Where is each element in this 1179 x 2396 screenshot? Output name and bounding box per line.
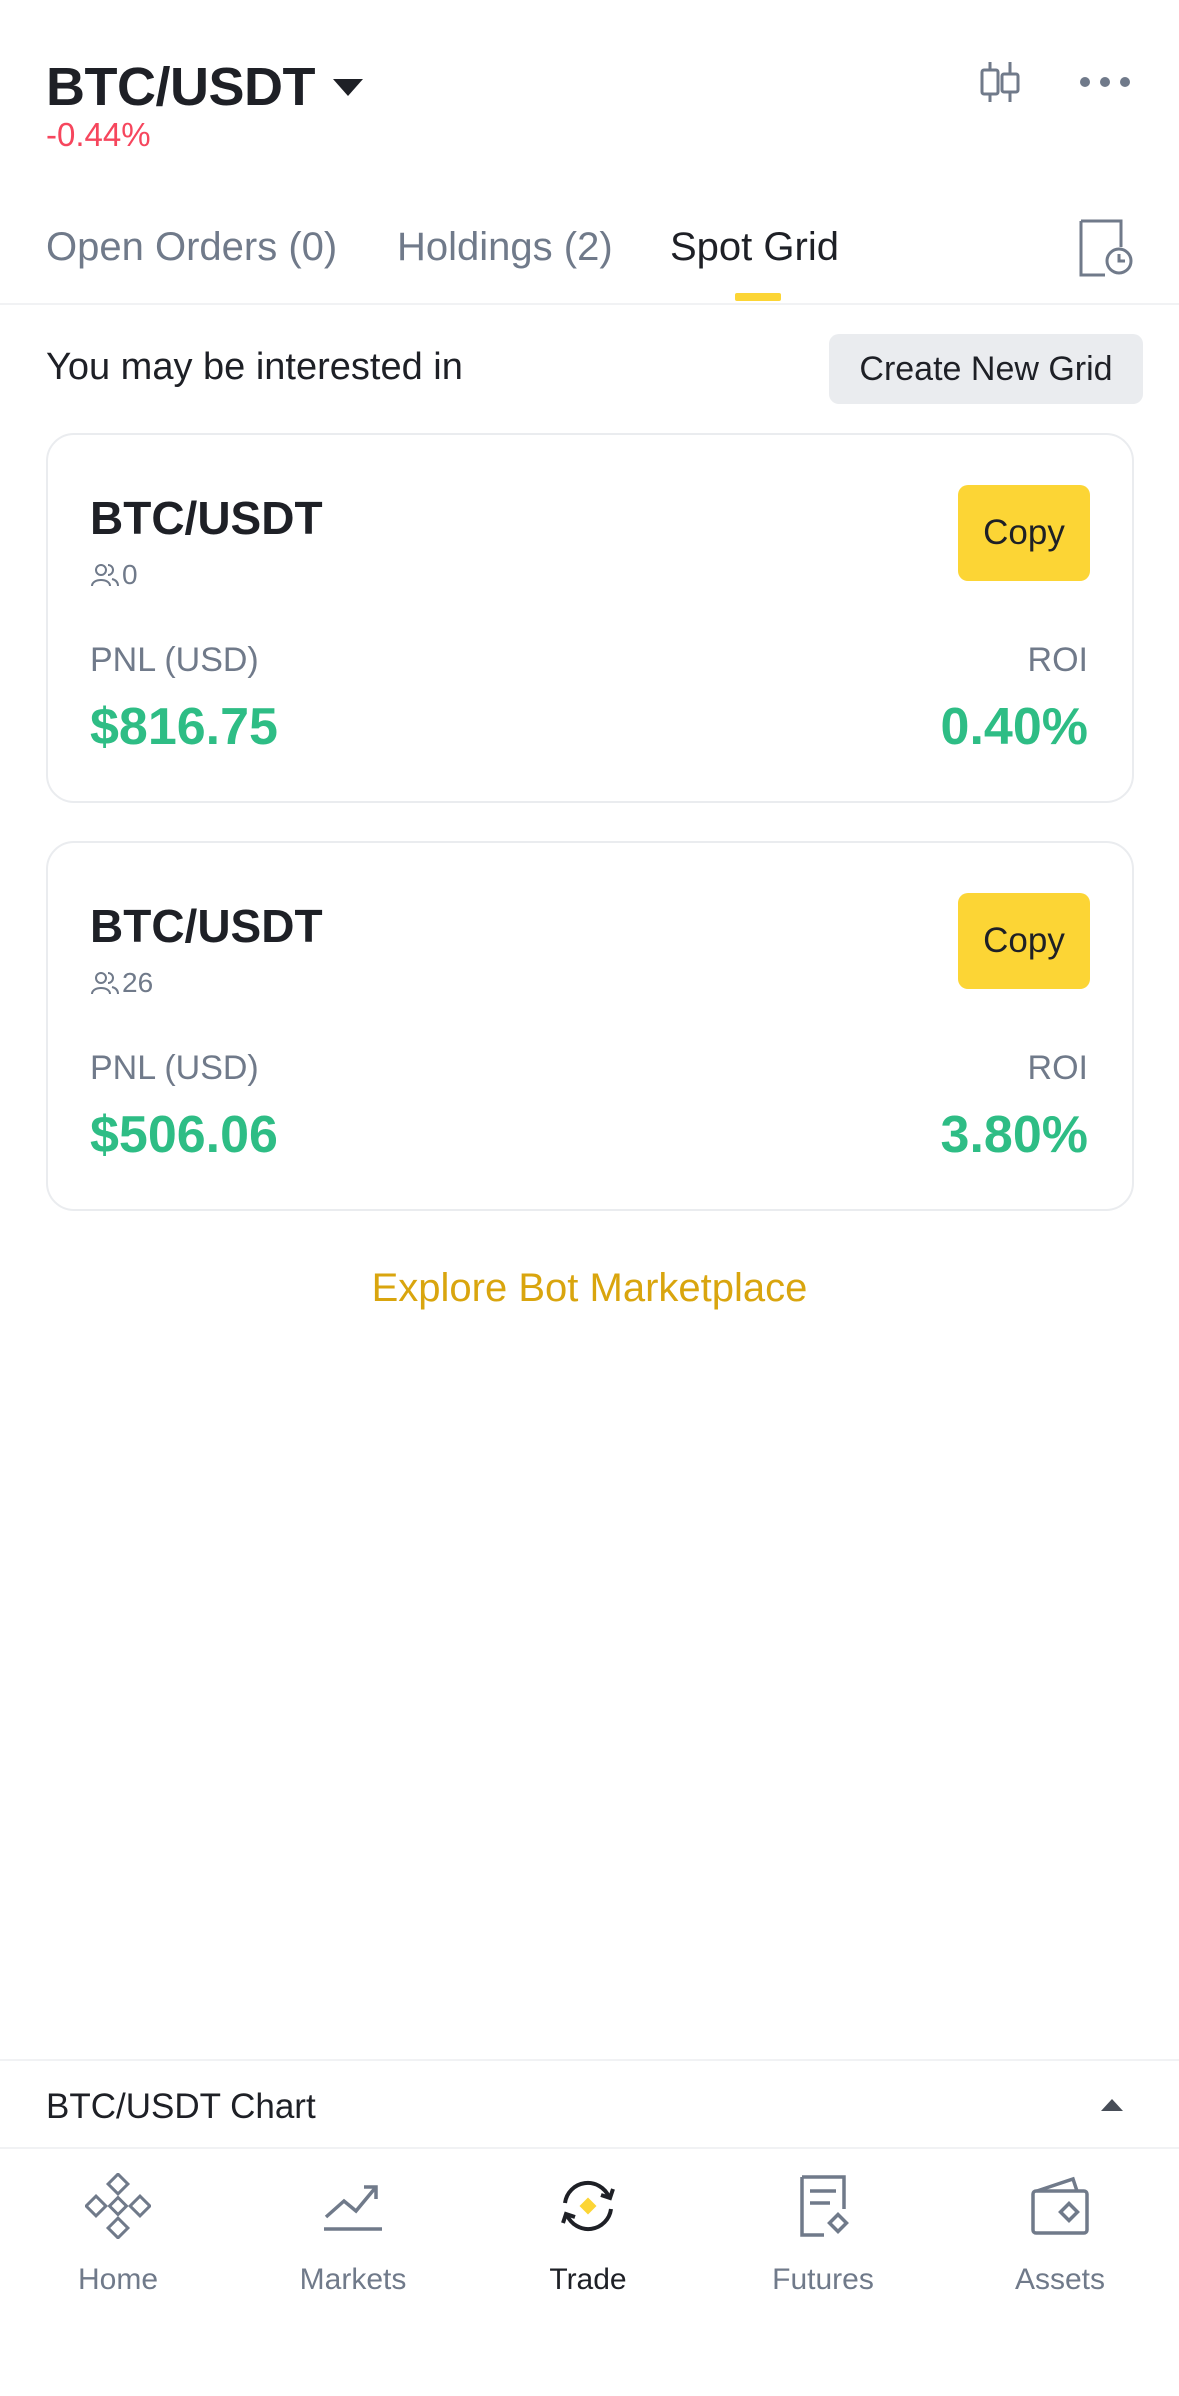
nav-label: Trade (549, 2263, 627, 2296)
price-change: -0.44% (46, 116, 151, 153)
roi-label: ROI (1027, 1049, 1088, 1087)
tab-holdings[interactable]: Holdings (2) (397, 225, 613, 270)
interest-section: You may be interested in Create New Grid (0, 330, 1179, 406)
candlestick-chart-icon[interactable] (970, 52, 1030, 112)
users-icon (91, 564, 119, 587)
order-tabs: Open Orders (0) Holdings (2) Spot Grid (0, 205, 1179, 305)
copy-users-count: 0 (90, 559, 138, 591)
chart-toggle-bar[interactable]: BTC/USDT Chart (0, 2059, 1179, 2149)
pnl-label: PNL (USD) (90, 641, 259, 679)
copy-users-count: 26 (90, 967, 153, 999)
pair-title: BTC/USDT (46, 57, 315, 117)
futures-icon (788, 2171, 858, 2241)
users-count: 0 (122, 559, 138, 590)
copy-button[interactable]: Copy (958, 485, 1090, 581)
assets-icon (1025, 2171, 1095, 2241)
nav-assets[interactable]: Assets (960, 2171, 1160, 2321)
nav-label: Assets (1014, 2263, 1106, 2296)
trade-icon (553, 2171, 623, 2241)
grid-card: BTC/USDT 26 Copy PNL (USD) ROI $506.06 3… (46, 841, 1134, 1211)
card-pair: BTC/USDT (90, 492, 323, 544)
tab-spot-grid[interactable]: Spot Grid (670, 225, 839, 270)
order-history-icon[interactable] (1075, 217, 1135, 287)
chart-bar-label: BTC/USDT Chart (46, 2087, 316, 2126)
users-count: 26 (122, 967, 154, 998)
header: BTC/USDT -0.44% (0, 0, 1179, 190)
nav-futures[interactable]: Futures (723, 2171, 923, 2321)
nav-label: Home (77, 2263, 159, 2296)
pnl-value: $816.75 (90, 698, 278, 756)
roi-value: 3.80% (940, 1106, 1088, 1164)
nav-label: Futures (772, 2263, 874, 2296)
tab-open-orders[interactable]: Open Orders (0) (46, 225, 337, 270)
active-tab-indicator (735, 293, 781, 301)
interest-label: You may be interested in (46, 346, 463, 388)
create-new-grid-button[interactable]: Create New Grid (829, 334, 1143, 404)
nav-home[interactable]: Home (18, 2171, 218, 2321)
bottom-nav: Home Markets Trade Futures Assets (0, 2149, 1179, 2396)
roi-label: ROI (1027, 641, 1088, 679)
nav-markets[interactable]: Markets (253, 2171, 453, 2321)
copy-button[interactable]: Copy (958, 893, 1090, 989)
caret-down-icon (332, 78, 363, 96)
grid-card: BTC/USDT 0 Copy PNL (USD) ROI $816.75 0.… (46, 433, 1134, 803)
explore-bot-marketplace-link[interactable]: Explore Bot Marketplace (0, 1266, 1179, 1311)
markets-icon (318, 2171, 388, 2241)
card-pair: BTC/USDT (90, 900, 323, 952)
home-icon (83, 2171, 153, 2241)
roi-value: 0.40% (940, 698, 1088, 756)
nav-label: Markets (299, 2263, 407, 2296)
pair-selector[interactable]: BTC/USDT (46, 56, 363, 118)
users-icon (91, 972, 119, 995)
nav-trade[interactable]: Trade (488, 2171, 688, 2321)
more-options-icon[interactable] (1075, 52, 1135, 112)
pnl-label: PNL (USD) (90, 1049, 259, 1087)
pnl-value: $506.06 (90, 1106, 278, 1164)
caret-up-icon (1101, 2099, 1123, 2111)
